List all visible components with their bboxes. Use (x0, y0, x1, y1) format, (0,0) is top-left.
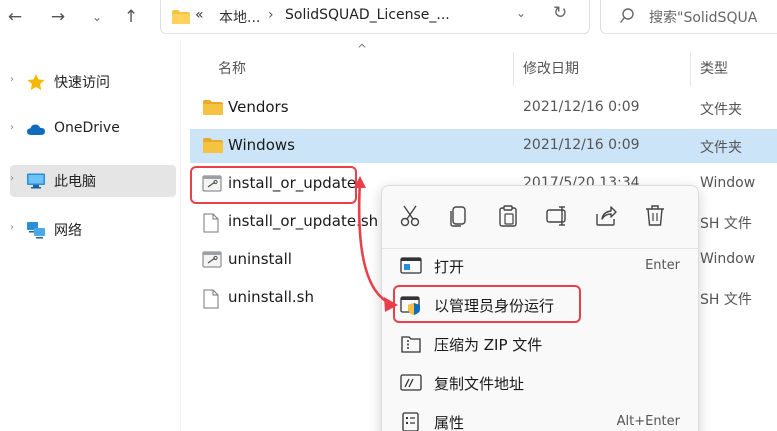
sidebar-item-onedrive[interactable]: › OneDrive (10, 114, 176, 146)
column-divider[interactable] (513, 52, 514, 86)
address-bar[interactable]: « 本地... › SolidSQUAD_License_... ⌄ ↻ (160, 0, 590, 34)
menu-item-compress-zip[interactable]: 压缩为 ZIP 文件 (390, 326, 692, 362)
navigation-pane: › 快速访问 › OneDrive › 此电脑 › 网络 (0, 40, 180, 431)
properties-icon (402, 412, 419, 431)
sort-ascending-icon: ^ (357, 42, 368, 56)
arrow-right-icon[interactable]: → (45, 6, 71, 28)
search-icon (619, 8, 634, 23)
file-name: Windows (228, 136, 295, 154)
column-header-type[interactable]: 类型 (700, 58, 728, 78)
expand-icon[interactable]: › (10, 173, 14, 184)
annotation-highlight-run-as-admin (393, 285, 581, 323)
network-icon (27, 222, 45, 239)
delete-icon[interactable] (641, 202, 669, 230)
expand-icon[interactable]: › (10, 222, 14, 233)
menu-item-label: 属性 (434, 414, 465, 431)
address-dropdown-icon[interactable]: ⌄ (516, 6, 526, 20)
file-date: 2021/12/16 0:09 (523, 99, 640, 115)
menu-item-label: 打开 (434, 258, 465, 276)
expand-icon[interactable]: › (10, 122, 14, 133)
file-type: SH 文件 (700, 216, 752, 232)
open-icon (400, 257, 422, 274)
sidebar-item-network[interactable]: › 网络 (10, 214, 176, 246)
menu-item-shortcut: Alt+Enter (616, 414, 680, 429)
sidebar-item-label: OneDrive (54, 120, 120, 136)
file-icon (203, 289, 219, 309)
navigation-bar: ← → ⌄ ↑ « 本地... › SolidSQUAD_License_...… (0, 0, 777, 38)
chevron-down-icon[interactable]: ⌄ (84, 6, 110, 28)
menu-item-open[interactable]: 打开 Enter (390, 248, 692, 284)
search-box[interactable]: 搜索"SolidSQUA (600, 0, 777, 34)
breadcrumb-overflow[interactable]: « (195, 7, 204, 23)
menu-item-properties[interactable]: 属性 Alt+Enter (390, 404, 692, 431)
column-header-modified[interactable]: 修改日期 (523, 58, 579, 78)
script-file-icon (202, 251, 222, 268)
refresh-icon[interactable]: ↻ (553, 3, 567, 23)
annotation-arrow (354, 176, 398, 312)
search-input[interactable]: 搜索"SolidSQUA (649, 7, 757, 27)
file-type: 文件夹 (700, 140, 742, 156)
sidebar-item-this-pc[interactable]: › 此电脑 (10, 165, 176, 197)
arrow-up-icon[interactable]: ↑ (118, 6, 144, 28)
file-row-windows[interactable]: Windows 2021/12/16 0:09 文件夹 (190, 129, 777, 163)
folder-icon (172, 10, 190, 24)
star-icon (27, 74, 45, 90)
computer-icon (27, 173, 45, 189)
file-row-vendors[interactable]: Vendors 2021/12/16 0:09 文件夹 (190, 91, 777, 125)
cloud-icon (27, 124, 45, 135)
arrow-left-icon[interactable]: ← (2, 6, 28, 28)
paste-icon[interactable] (494, 202, 522, 230)
zip-icon (401, 336, 421, 353)
column-header-name[interactable]: 名称 (218, 58, 246, 78)
folder-icon (203, 138, 223, 153)
sidebar-item-quick-access[interactable]: › 快速访问 (10, 66, 176, 98)
annotation-highlight-file (190, 166, 357, 204)
share-icon[interactable] (592, 202, 620, 230)
file-type: Window (700, 175, 756, 191)
breadcrumb-location[interactable]: 本地... (219, 7, 260, 27)
menu-item-label: 复制文件地址 (434, 375, 525, 393)
breadcrumb-current[interactable]: SolidSQUAD_License_... (285, 7, 450, 23)
file-name: uninstall.sh (228, 288, 315, 306)
folder-icon (203, 100, 223, 115)
breadcrumb-separator: › (268, 7, 274, 23)
rename-icon[interactable] (543, 202, 571, 230)
file-icon (203, 213, 219, 233)
sidebar-item-label: 此电脑 (54, 174, 96, 190)
pane-divider (180, 40, 181, 431)
sidebar-item-label: 快速访问 (54, 75, 110, 91)
menu-item-copy-path[interactable]: 复制文件地址 (390, 365, 692, 401)
menu-item-shortcut: Enter (645, 258, 680, 273)
file-name: uninstall (228, 250, 292, 268)
menu-item-label: 压缩为 ZIP 文件 (434, 336, 543, 354)
file-type: 文件夹 (700, 102, 742, 118)
file-date: 2021/12/16 0:09 (523, 137, 640, 153)
file-type: Window (700, 251, 756, 267)
sidebar-item-label: 网络 (54, 223, 82, 239)
copy-path-icon (400, 374, 422, 391)
file-type: SH 文件 (700, 292, 752, 308)
file-name: Vendors (228, 98, 289, 116)
copy-icon[interactable] (445, 202, 473, 230)
column-divider[interactable] (690, 52, 691, 86)
expand-icon[interactable]: › (10, 74, 14, 85)
